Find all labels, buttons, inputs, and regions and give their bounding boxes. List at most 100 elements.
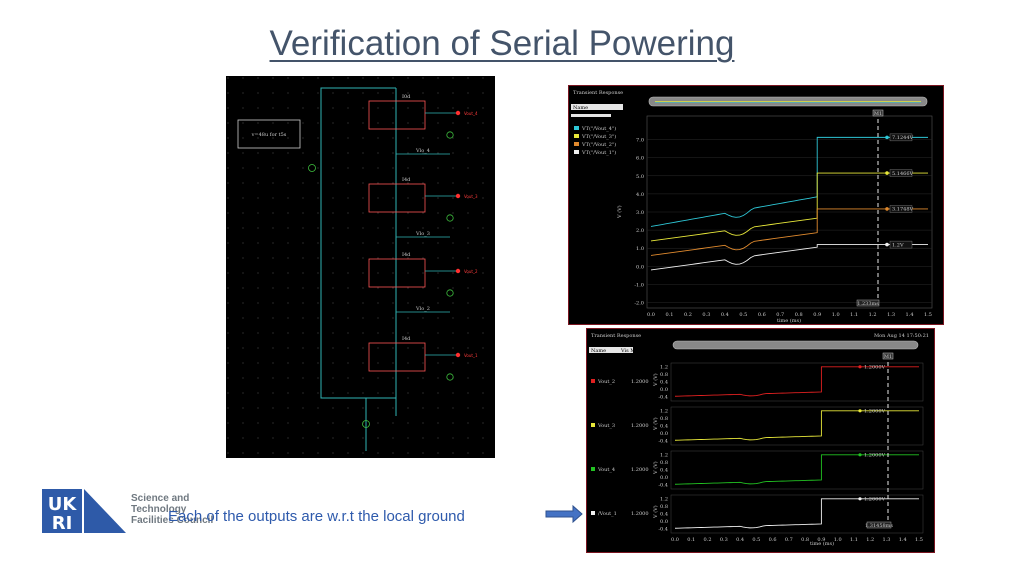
marker-label: M1	[884, 354, 892, 360]
y-tick-label: 4.0	[636, 192, 644, 198]
window-title: Transient Response	[573, 90, 623, 96]
x-tick-label: 1.1	[850, 537, 858, 543]
series-color-swatch	[574, 134, 579, 138]
marker-dot	[885, 207, 889, 211]
x-tick-label: 0.2	[684, 312, 692, 318]
transient-plot-2: Transient Response Mon Aug 14 17:50:21 N…	[589, 333, 929, 547]
x-tick-label: 0.9	[813, 312, 821, 318]
transient-response-window-2: Transient Response Mon Aug 14 17:50:21 N…	[586, 328, 935, 553]
x-tick-label: 0.0	[671, 537, 679, 543]
y-tick-label: 1.0	[636, 246, 644, 252]
x-tick-label: 0.7	[785, 537, 793, 543]
marker-dot	[885, 135, 889, 140]
y-tick-label: 0.0	[660, 431, 668, 437]
block-label: I4d	[402, 177, 411, 183]
series-name[interactable]: Vout_4	[597, 467, 615, 473]
marker-value: 3.1748V	[892, 207, 913, 213]
series-name[interactable]: /Vout_1	[598, 511, 617, 517]
y-tick-label: 0.4	[660, 512, 668, 518]
x-tick-label: 0.0	[647, 312, 655, 318]
x-tick-label: 0.5	[739, 312, 747, 318]
x-tick-label: 1.0	[832, 312, 840, 318]
series-line	[650, 208, 928, 256]
schematic-drawing: v=48u for t5s I0d Vout_4 Vlo_4 I4d Vout_3 Vlo…	[226, 76, 495, 458]
schematic-image: v=48u for t5s I0d Vout_4 Vlo_4 I4d Vout_3 Vlo…	[226, 76, 495, 458]
series-name[interactable]: Vout_2	[597, 379, 615, 385]
x-tick-label: 0.2	[704, 537, 712, 543]
y-tick-label: 1.2	[660, 408, 668, 414]
x-tick-label: 1.3	[882, 537, 890, 543]
cursor-time: 1.31458ms	[865, 523, 893, 529]
series-line	[650, 136, 928, 227]
x-tick-label: 0.6	[758, 312, 766, 318]
series-line	[674, 454, 919, 485]
y-tick-label: 0.8	[660, 504, 668, 510]
y-tick-label: 0.4	[660, 424, 668, 430]
series-color-swatch	[591, 379, 595, 383]
x-tick-label: 0.1	[687, 537, 695, 543]
zoom-scrollbar[interactable]	[672, 340, 919, 350]
series-line	[650, 172, 928, 242]
x-tick-label: 1.0	[834, 537, 842, 543]
output-pin-label: Vout_2	[464, 269, 478, 274]
y-tick-label: -0.4	[658, 395, 668, 401]
marker-dot	[885, 242, 889, 247]
marker-value: 1.2000V	[864, 409, 885, 415]
y-tick-label: 6.0	[636, 156, 644, 162]
legend-entry[interactable]: VT("/Vout_2")	[581, 141, 616, 148]
output-pin-label: Vout_1	[464, 353, 478, 358]
y-tick-label: 1.2	[660, 452, 668, 458]
y-tick-label: 1.2	[660, 496, 668, 502]
window-title: Transient Response	[591, 333, 641, 339]
x-tick-label: 1.5	[924, 312, 932, 318]
series-line	[674, 366, 919, 397]
marker-dot	[858, 453, 862, 457]
series-name[interactable]: Vout_3	[597, 423, 615, 429]
y-tick-label: 0.8	[660, 372, 668, 378]
y-tick-label: -0.4	[658, 483, 668, 489]
x-tick-label: 1.1	[850, 312, 858, 318]
output-pin-label: Vout_3	[464, 194, 478, 199]
x-tick-label: 0.3	[720, 537, 728, 543]
x-tick-label: 0.1	[665, 312, 673, 318]
y-tick-label: 3.0	[636, 210, 644, 216]
marker-dot	[858, 365, 862, 369]
x-tick-label: 0.4	[721, 312, 729, 318]
y-tick-label: 7.0	[636, 138, 644, 144]
y-tick-label: 0.4	[660, 468, 668, 474]
svg-text:UK: UK	[48, 494, 78, 515]
y-tick-label: 5.0	[636, 174, 644, 180]
x-tick-label: 1.2	[869, 312, 877, 318]
caption-text: Each of the outputs are w.r.t the local …	[168, 508, 465, 525]
x-tick-label: 0.4	[736, 537, 744, 543]
series-color-swatch	[591, 511, 595, 515]
series-value: 1.2000	[631, 423, 649, 429]
y-axis-label: V (V)	[652, 373, 659, 387]
marker-dot	[858, 497, 862, 501]
x-tick-label: 0.5	[752, 537, 760, 543]
y-tick-label: 2.0	[636, 228, 644, 234]
series-line	[674, 410, 919, 441]
y-tick-label: 0.4	[660, 380, 668, 386]
y-tick-label: -0.4	[658, 439, 668, 445]
svg-text:RI: RI	[52, 513, 73, 534]
series-value: 1.2000	[631, 511, 649, 517]
block-label: I4d	[402, 336, 411, 342]
x-tick-label: 1.3	[887, 312, 895, 318]
svg-text:Name: Name	[591, 348, 606, 354]
legend-entry[interactable]: VT("/Vout_3")	[581, 133, 616, 140]
x-tick-label: 1.4	[906, 312, 914, 318]
legend-entry[interactable]: VT("/Vout_4")	[581, 125, 616, 132]
y-tick-label: -0.4	[658, 527, 668, 533]
window-timestamp: Mon Aug 14 17:50:21	[874, 333, 929, 339]
y-tick-label: 0.8	[660, 460, 668, 466]
legend-entry[interactable]: VT("/Vout_1")	[581, 149, 616, 156]
marker-value: 1.2000V	[864, 497, 885, 503]
series-value: 1.2000	[631, 379, 649, 385]
ground-net-label: Vlo_2	[415, 306, 430, 312]
y-tick-label: 0.8	[660, 416, 668, 422]
x-tick-label: 1.5	[915, 537, 923, 543]
output-pin-label: Vout_4	[464, 111, 478, 116]
y-tick-label: 0.0	[636, 264, 644, 270]
y-tick-label: -2.0	[634, 301, 644, 307]
